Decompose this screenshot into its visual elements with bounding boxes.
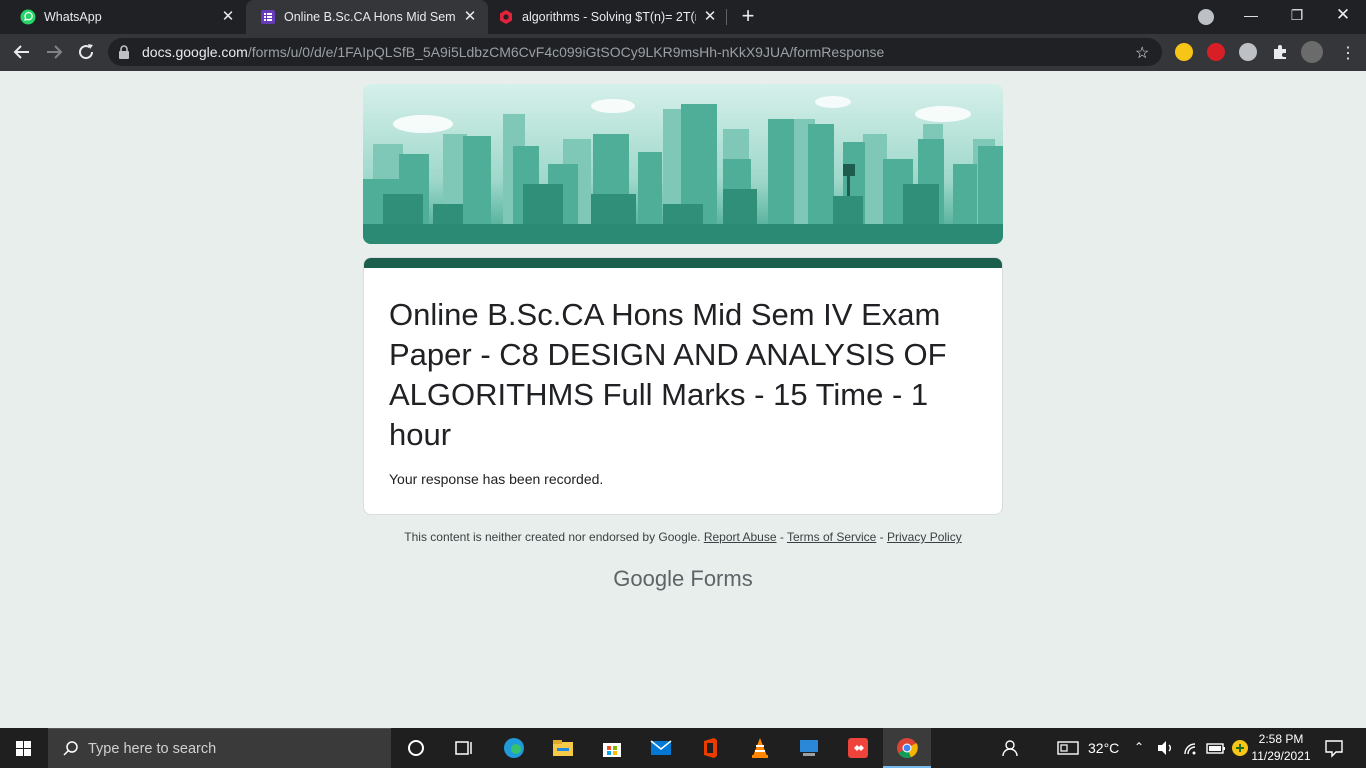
mail-icon[interactable] xyxy=(649,736,673,760)
file-explorer-icon[interactable] xyxy=(551,736,575,760)
remote-desktop-icon[interactable] xyxy=(797,736,821,760)
chrome-menu-icon[interactable]: ⋮ xyxy=(1340,43,1356,63)
tab-google-form[interactable]: Online B.Sc.CA Hons Mid Sem IV ✕ xyxy=(246,0,488,34)
lock-icon[interactable] xyxy=(118,45,130,59)
task-view-icon[interactable] xyxy=(452,736,476,760)
close-icon[interactable]: ✕ xyxy=(702,9,718,25)
close-window-button[interactable]: ✕ xyxy=(1320,0,1366,30)
google-forms-icon xyxy=(261,10,275,24)
google-forms-logo[interactable]: Google Forms xyxy=(363,566,1003,592)
tab-math-stackexchange[interactable]: algorithms - Solving $T(n)= 2T(n/ ✕ xyxy=(488,0,728,34)
tab-title: Online B.Sc.CA Hons Mid Sem IV xyxy=(284,10,456,24)
form-title: Online B.Sc.CA Hons Mid Sem IV Exam Pape… xyxy=(389,297,947,452)
back-icon[interactable] xyxy=(10,40,34,64)
anydesk-icon[interactable] xyxy=(846,736,870,760)
cortana-icon[interactable] xyxy=(404,736,428,760)
new-tab-button[interactable]: + xyxy=(736,5,760,29)
close-icon[interactable]: ✕ xyxy=(462,9,478,25)
form-response-card: Online B.Sc.CA Hons Mid Sem IV Exam Pape… xyxy=(363,257,1003,515)
extensions-puzzle-icon[interactable] xyxy=(1271,43,1289,61)
disclaimer-text: This content is neither created nor endo… xyxy=(404,530,701,544)
google-wordmark: Google xyxy=(613,566,685,591)
tab-title: algorithms - Solving $T(n)= 2T(n/ xyxy=(522,10,696,24)
forward-icon[interactable] xyxy=(42,40,66,64)
report-abuse-link[interactable]: Report Abuse xyxy=(704,530,777,544)
search-icon xyxy=(63,741,78,756)
tab-search-button[interactable] xyxy=(1198,9,1214,25)
form-footer: This content is neither created nor endo… xyxy=(363,530,1003,544)
system-clock[interactable]: 2:58 PM 11/29/2021 xyxy=(1244,731,1318,765)
microsoft-store-icon[interactable] xyxy=(600,736,624,760)
profile-avatar[interactable] xyxy=(1301,41,1323,63)
people-icon[interactable] xyxy=(1000,736,1024,760)
footer-separator: - xyxy=(776,530,787,544)
vlc-icon[interactable] xyxy=(748,736,772,760)
forms-wordmark: Forms xyxy=(690,566,753,591)
url-path: /forms/u/0/d/e/1FAIpQLSfB_5A9i5LdbzCM6Cv… xyxy=(247,44,885,60)
math-stackexchange-icon xyxy=(500,10,512,24)
minimize-button[interactable]: — xyxy=(1228,0,1274,30)
extension-gray-icon[interactable] xyxy=(1239,43,1257,61)
taskbar-search-box[interactable]: Type here to search xyxy=(48,728,391,768)
form-accent-bar xyxy=(364,258,1002,268)
battery-icon[interactable] xyxy=(1204,736,1228,760)
footer-separator: - xyxy=(876,530,888,544)
url-text[interactable]: docs.google.com/forms/u/0/d/e/1FAIpQLSfB… xyxy=(142,44,884,60)
windows-start-icon[interactable] xyxy=(0,728,48,768)
office-icon[interactable] xyxy=(698,736,722,760)
reload-icon[interactable] xyxy=(74,40,98,64)
chevron-up-icon[interactable]: ⌃ xyxy=(1134,740,1144,754)
privacy-policy-link[interactable]: Privacy Policy xyxy=(887,530,962,544)
terms-of-service-link[interactable]: Terms of Service xyxy=(787,530,876,544)
wifi-icon[interactable] xyxy=(1180,736,1204,760)
notifications-icon[interactable] xyxy=(1322,736,1346,760)
tab-title: WhatsApp xyxy=(44,10,102,24)
extension-plus-icon[interactable] xyxy=(1175,43,1193,61)
tab-whatsapp[interactable]: WhatsApp ✕ xyxy=(0,0,246,34)
weather-icon[interactable] xyxy=(1056,736,1080,760)
clock-date: 11/29/2021 xyxy=(1251,749,1311,763)
adblock-extension-icon[interactable] xyxy=(1207,43,1225,61)
clock-time: 2:58 PM xyxy=(1258,732,1304,746)
maximize-button[interactable]: ❐ xyxy=(1274,0,1320,30)
city-skyline-illustration xyxy=(363,96,1003,244)
bookmark-star-icon[interactable]: ☆ xyxy=(1135,43,1149,63)
tab-separator xyxy=(726,9,727,25)
search-placeholder: Type here to search xyxy=(88,741,217,757)
response-confirmation: Your response has been recorded. xyxy=(389,471,604,487)
volume-icon[interactable] xyxy=(1154,736,1178,760)
temperature-text[interactable]: 32°C xyxy=(1088,740,1119,756)
whatsapp-icon xyxy=(20,9,36,25)
close-icon[interactable]: ✕ xyxy=(220,9,236,25)
form-header-banner xyxy=(363,84,1003,244)
url-host: docs.google.com xyxy=(142,44,248,60)
chrome-icon[interactable] xyxy=(895,736,919,760)
edge-icon[interactable] xyxy=(502,736,526,760)
